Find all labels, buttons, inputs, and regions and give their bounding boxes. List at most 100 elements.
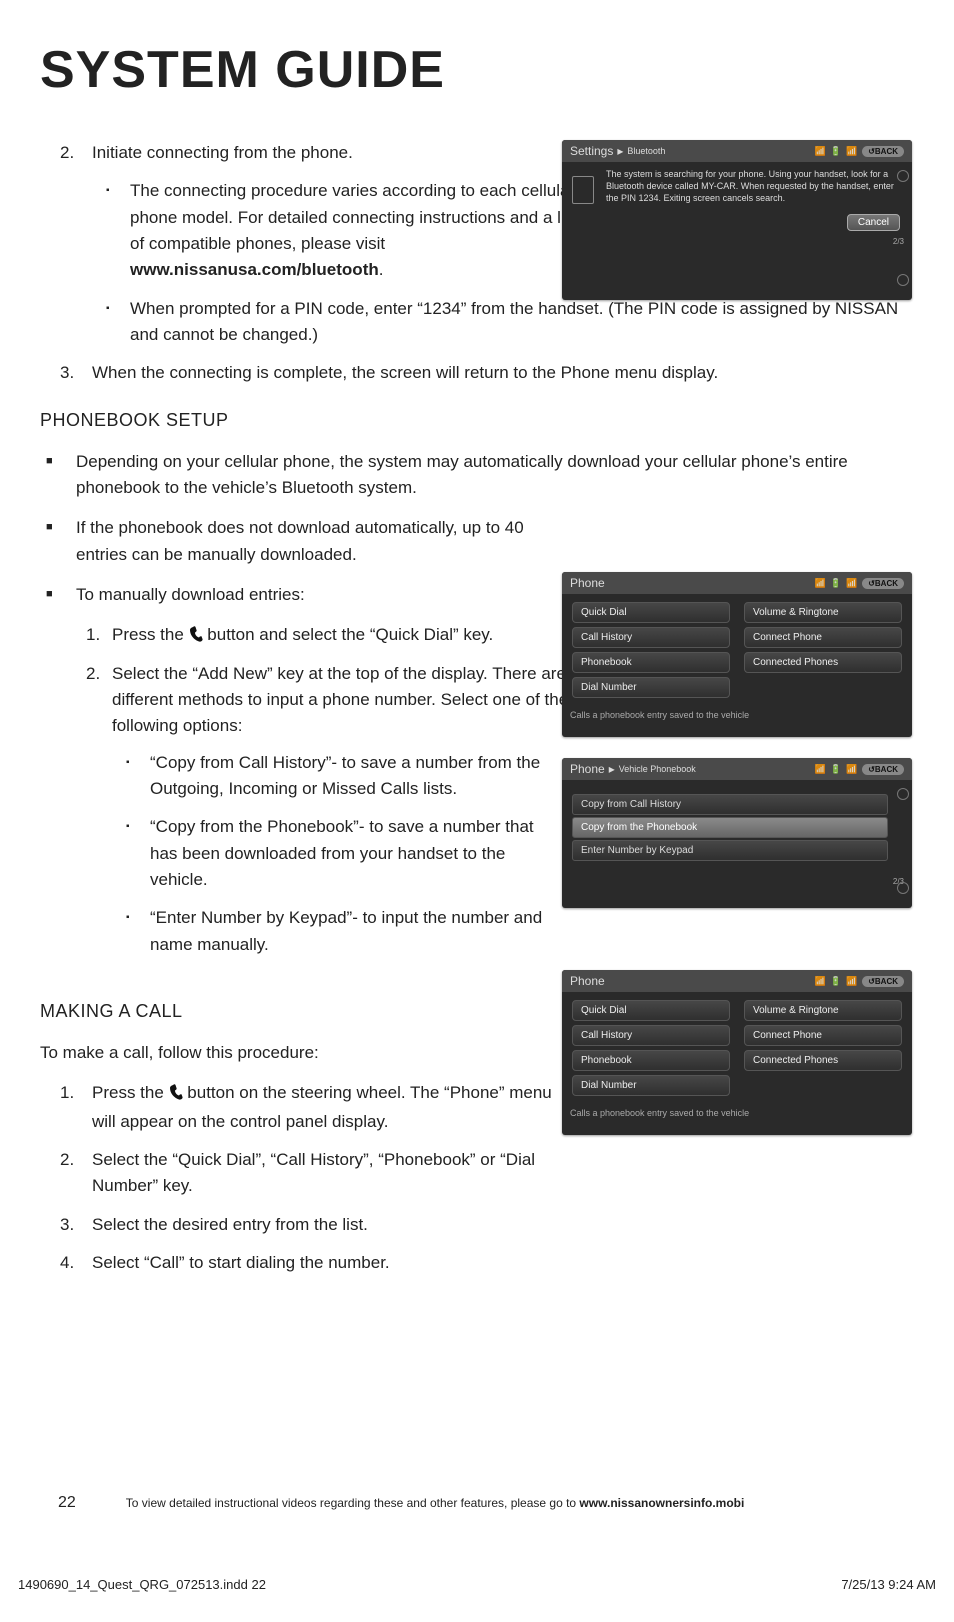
menu-dial-number[interactable]: Dial Number	[572, 677, 730, 698]
pb-step1-a: Press the	[112, 625, 189, 644]
indesign-slug: 1490690_14_Quest_QRG_072513.indd 22 7/25…	[18, 1577, 936, 1592]
step-2b-text: When prompted for a PIN code, enter “123…	[130, 296, 914, 349]
scroll-down-icon	[897, 274, 909, 286]
scroll-up-icon	[897, 170, 909, 182]
shot1-message: The system is searching for your phone. …	[562, 162, 912, 210]
back-button[interactable]: ↺BACK	[862, 976, 904, 987]
step-3-text: When the connecting is complete, the scr…	[92, 360, 914, 386]
screenshot-vehicle-phonebook: Phone ▸ Vehicle Phonebook 📶 🔋 📶 ↺BACK Co…	[562, 758, 912, 908]
bullet-dot: ▪	[126, 750, 150, 803]
option-copy-phonebook[interactable]: Copy from the Phonebook	[572, 817, 888, 838]
shot1-pager: 2/3	[562, 235, 912, 248]
pb-opt-c: ▪ “Enter Number by Keypad”- to input the…	[126, 905, 914, 958]
page-footer: 22 To view detailed instructional videos…	[0, 1494, 954, 1512]
signal-battery-icon: 📶 🔋 📶	[815, 764, 859, 775]
scroll-indicators	[896, 170, 910, 286]
pb-opt-b-text: “Copy from the Phonebook”- to save a num…	[150, 814, 550, 893]
shot2-title: Phone	[570, 576, 605, 590]
screenshot-phone-menu-2: Phone 📶 🔋 📶 ↺BACK Quick Dial Volume & Ri…	[562, 970, 912, 1135]
footer-url: www.nissanownersinfo.mobi	[579, 1496, 744, 1510]
shot3-header: Phone ▸ Vehicle Phonebook 📶 🔋 📶 ↺BACK	[562, 758, 912, 780]
step-2-num: 2.	[60, 140, 92, 166]
mc-step3-num: 3.	[60, 1212, 92, 1238]
step-2a-pre: The connecting procedure varies accordin…	[130, 181, 578, 253]
indd-timestamp: 7/25/13 9:24 AM	[841, 1577, 936, 1592]
mc-step2-num: 2.	[60, 1147, 92, 1200]
pb-b2-text: If the phonebook does not download autom…	[76, 515, 536, 568]
menu-connect-phone[interactable]: Connect Phone	[744, 1025, 902, 1046]
screenshot-phone-menu-1: Phone 📶 🔋 📶 ↺BACK Quick Dial Volume & Ri…	[562, 572, 912, 737]
option-enter-keypad[interactable]: Enter Number by Keypad	[572, 840, 888, 861]
footer-text: To view detailed instructional videos re…	[126, 1496, 580, 1510]
phone-handset-icon	[189, 624, 203, 650]
back-button[interactable]: ↺BACK	[862, 578, 904, 589]
mc-step4: 4. Select “Call” to start dialing the nu…	[60, 1250, 914, 1276]
menu-call-history[interactable]: Call History	[572, 627, 730, 648]
breadcrumb-arrow-icon: ▸	[617, 144, 623, 158]
pb-step2-num: 2.	[86, 661, 112, 740]
bullet-dot: ▪	[126, 814, 150, 893]
pb-opt-a-text: “Copy from Call History”- to save a numb…	[150, 750, 550, 803]
step-3: 3. When the connecting is complete, the …	[60, 360, 914, 386]
mc-step4-text: Select “Call” to start dialing the numbe…	[92, 1250, 914, 1276]
shot3-pager: 2/3	[562, 875, 912, 888]
bullet-dot: ▪	[126, 905, 150, 958]
square-bullet-icon: ■	[46, 515, 76, 568]
menu-volume-ringtone[interactable]: Volume & Ringtone	[744, 1000, 902, 1021]
shot4-footer: Calls a phonebook entry saved to the veh…	[562, 1104, 912, 1122]
menu-connected-phones[interactable]: Connected Phones	[744, 652, 902, 673]
step-2b: ▪ When prompted for a PIN code, enter “1…	[106, 296, 914, 349]
mc-step1-a: Press the	[92, 1083, 169, 1102]
pb-opt-c-text: “Enter Number by Keypad”- to input the n…	[150, 905, 550, 958]
shot4-title: Phone	[570, 974, 605, 988]
shot1-title: Settings	[570, 144, 613, 158]
phonebook-heading: PHONEBOOK SETUP	[40, 407, 914, 435]
bullet-dot: ▪	[106, 296, 130, 349]
menu-volume-ringtone[interactable]: Volume & Ringtone	[744, 602, 902, 623]
indd-file: 1490690_14_Quest_QRG_072513.indd 22	[18, 1577, 266, 1592]
pb-step1-b: button and select the “Quick Dial” key.	[207, 625, 493, 644]
mc-step4-num: 4.	[60, 1250, 92, 1276]
cancel-button[interactable]: Cancel	[847, 214, 900, 231]
shot1-header: Settings ▸ Bluetooth 📶 🔋 📶 ↺BACK	[562, 140, 912, 162]
option-copy-call-history[interactable]: Copy from Call History	[572, 794, 888, 815]
shot1-crumb: Bluetooth	[627, 146, 665, 156]
menu-phonebook[interactable]: Phonebook	[572, 1050, 730, 1071]
signal-battery-icon: 📶 🔋 📶	[815, 976, 859, 987]
menu-quick-dial[interactable]: Quick Dial	[572, 1000, 730, 1021]
menu-connect-phone[interactable]: Connect Phone	[744, 627, 902, 648]
phone-device-icon	[572, 176, 594, 204]
pb-step2-text: Select the “Add New” key at the top of t…	[112, 661, 572, 740]
mc-step2: 2. Select the “Quick Dial”, “Call Histor…	[60, 1147, 914, 1200]
bullet-dot: ▪	[106, 178, 130, 283]
back-button[interactable]: ↺BACK	[862, 146, 904, 157]
phone-handset-icon	[169, 1082, 183, 1108]
page-title: SYSTEM GUIDE	[40, 40, 914, 100]
signal-battery-icon: 📶 🔋 📶	[815, 578, 859, 589]
shot2-header: Phone 📶 🔋 📶 ↺BACK	[562, 572, 912, 594]
back-button[interactable]: ↺BACK	[862, 764, 904, 775]
bluetooth-url: www.nissanusa.com/bluetooth	[130, 260, 379, 279]
menu-connected-phones[interactable]: Connected Phones	[744, 1050, 902, 1071]
signal-battery-icon: 📶 🔋 📶	[815, 146, 859, 157]
screenshot-settings-bluetooth: Settings ▸ Bluetooth 📶 🔋 📶 ↺BACK The sys…	[562, 140, 912, 300]
menu-quick-dial[interactable]: Quick Dial	[572, 602, 730, 623]
shot1-msg-text: The system is searching for your phone. …	[606, 169, 894, 203]
step-2a-post: .	[379, 260, 384, 279]
shot4-header: Phone 📶 🔋 📶 ↺BACK	[562, 970, 912, 992]
shot2-footer: Calls a phonebook entry saved to the veh…	[562, 706, 912, 724]
mc-step3-text: Select the desired entry from the list.	[92, 1212, 914, 1238]
menu-dial-number[interactable]: Dial Number	[572, 1075, 730, 1096]
pb-step1-num: 1.	[86, 622, 112, 650]
menu-phonebook[interactable]: Phonebook	[572, 652, 730, 673]
mc-step2-text: Select the “Quick Dial”, “Call History”,…	[92, 1147, 552, 1200]
breadcrumb-arrow-icon: ▸	[609, 762, 615, 776]
scroll-down-icon	[897, 882, 909, 894]
mc-step3: 3. Select the desired entry from the lis…	[60, 1212, 914, 1238]
shot3-crumb: Vehicle Phonebook	[619, 764, 696, 774]
menu-call-history[interactable]: Call History	[572, 1025, 730, 1046]
page-number: 22	[58, 1494, 76, 1512]
square-bullet-icon: ■	[46, 582, 76, 608]
step-3-num: 3.	[60, 360, 92, 386]
pb-b2: ■ If the phonebook does not download aut…	[46, 515, 914, 568]
